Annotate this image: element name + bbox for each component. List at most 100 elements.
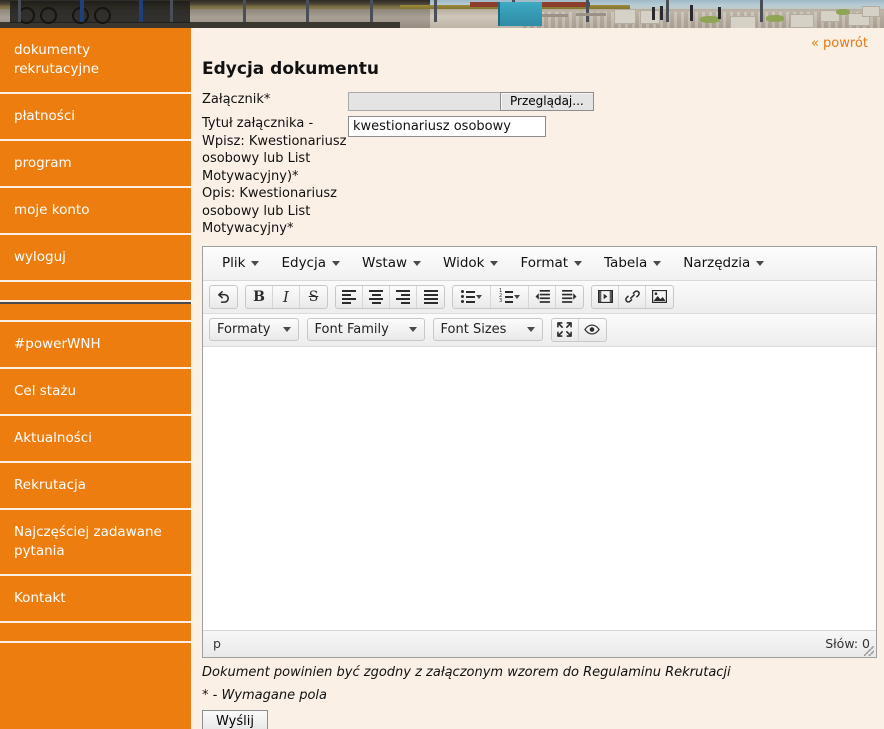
browse-button[interactable]: Przeglądaj... — [500, 92, 594, 111]
align-justify-glyph — [423, 289, 438, 304]
chevron-down-icon — [514, 294, 520, 299]
menu-label: Plik — [222, 255, 246, 271]
bullet-list-glyph — [461, 290, 475, 303]
undo-icon[interactable] — [210, 286, 237, 308]
chevron-down-icon — [756, 260, 765, 266]
form-row-description: Opis: Kwestionariusz osobowy lub List Mo… — [202, 185, 876, 238]
bold-icon[interactable]: B — [246, 285, 273, 308]
banner-post — [170, 0, 173, 22]
sidebar-item-dokumenty-rekrutacyjne[interactable]: dokumenty rekrutacyjne — [0, 28, 191, 94]
sidebar-item-label: płatności — [14, 108, 75, 124]
banner-post — [139, 0, 143, 22]
align-right-icon[interactable] — [390, 285, 417, 308]
sidebar-item-label: #powerWNH — [14, 336, 101, 352]
chevron-down-icon — [476, 294, 482, 299]
sidebar-item-label: moje konto — [14, 202, 90, 218]
sidebar-spacer-top — [0, 282, 191, 302]
image-icon[interactable] — [646, 286, 673, 308]
title-field — [348, 115, 876, 137]
menu-wstaw[interactable]: Wstaw — [351, 251, 432, 275]
history-group — [209, 284, 238, 309]
banner-post — [760, 0, 763, 22]
sidebar-item-label: Kontakt — [14, 590, 66, 606]
sidebar-item-kontakt[interactable]: Kontakt — [0, 576, 191, 623]
editor-toolbar-row-2: Formaty Font Family Font Sizes — [203, 313, 876, 347]
description-label: Opis: Kwestionariusz osobowy lub List Mo… — [202, 186, 337, 236]
menu-edycja[interactable]: Edycja — [270, 251, 351, 275]
strikethrough-icon[interactable]: S — [300, 286, 327, 308]
sidebar-spacer-divider — [0, 302, 191, 322]
resize-handle[interactable] — [864, 645, 874, 656]
sidebar-item-wyloguj[interactable]: wyloguj — [0, 235, 191, 282]
sidebar-item-najczesciej-zadawane-pytania[interactable]: Najczęściej zadawane pytania — [0, 510, 191, 576]
sidebar-item-cel-stazu[interactable]: Cel stażu — [0, 369, 191, 416]
menu-label: Tabela — [604, 255, 648, 271]
back-link-row: « powrót — [200, 28, 876, 51]
link-icon[interactable] — [619, 285, 646, 308]
chevron-down-icon — [413, 260, 422, 266]
banner-post — [18, 0, 21, 22]
media-icon[interactable] — [592, 285, 619, 308]
sidebar-filler — [0, 643, 191, 729]
outdent-icon[interactable] — [529, 285, 556, 308]
sidebar-item-moje-konto[interactable]: moje konto — [0, 188, 191, 235]
editor-toolbar-row-1: B I S 1 2 3 — [203, 280, 876, 314]
chevron-down-icon — [574, 260, 583, 266]
banner-shrub — [700, 16, 720, 23]
back-link[interactable]: « powrót — [811, 36, 868, 51]
sidebar-item-rekrutacja[interactable]: Rekrutacja — [0, 463, 191, 510]
menu-format[interactable]: Format — [509, 251, 593, 275]
fullscreen-icon[interactable] — [552, 318, 579, 341]
sidebar-item-aktualnosci[interactable]: Aktualności — [0, 416, 191, 463]
alignment-group — [335, 284, 445, 309]
banner-post — [80, 0, 84, 22]
banner-post — [666, 0, 669, 22]
sidebar-item-program[interactable]: program — [0, 141, 191, 188]
formats-dropdown[interactable]: Formaty — [209, 318, 299, 341]
banner-planter — [614, 9, 636, 24]
menu-plik[interactable]: Plik — [211, 251, 270, 275]
bold-glyph: B — [253, 288, 265, 305]
menu-label: Widok — [443, 255, 485, 271]
file-input-group[interactable]: Przeglądaj... — [348, 92, 594, 111]
insert-group — [591, 284, 674, 309]
banner-planter — [730, 16, 756, 28]
menu-widok[interactable]: Widok — [432, 251, 509, 275]
banner-post — [243, 0, 246, 22]
sidebar-item-label: dokumenty rekrutacyjne — [14, 42, 100, 77]
description-field-spacer — [348, 185, 876, 186]
preview-eye-icon[interactable] — [579, 319, 606, 341]
menu-narzedzia[interactable]: Narzędzia — [672, 251, 775, 275]
chevron-down-icon — [408, 327, 417, 332]
font-family-dropdown[interactable]: Font Family — [306, 318, 425, 341]
italic-icon[interactable]: I — [273, 285, 300, 308]
formats-label: Formaty — [217, 322, 271, 337]
numbered-list-icon[interactable]: 1 2 3 — [491, 285, 529, 308]
submit-button[interactable]: Wyślij — [202, 709, 268, 729]
main-content: « powrót Edycja dokumentu Załącznik* Prz… — [191, 28, 884, 729]
align-left-glyph — [342, 289, 356, 304]
attachment-title-input[interactable] — [348, 116, 546, 137]
banner-bench — [576, 13, 606, 16]
banner-shrub — [836, 9, 850, 15]
menu-label: Narzędzia — [683, 255, 751, 271]
align-left-icon[interactable] — [336, 285, 363, 308]
align-center-glyph — [369, 289, 383, 304]
header-banner-image — [0, 0, 884, 28]
editor-status-bar: p Słów: 0 — [203, 630, 876, 657]
menu-tabela[interactable]: Tabela — [593, 251, 672, 275]
align-center-icon[interactable] — [363, 285, 390, 308]
element-path[interactable]: p — [213, 636, 221, 651]
align-justify-icon[interactable] — [417, 286, 444, 308]
sidebar-item-platnosci[interactable]: płatności — [0, 94, 191, 141]
banner-bike-wheel — [40, 7, 57, 24]
font-sizes-dropdown[interactable]: Font Sizes — [432, 318, 543, 341]
chevron-down-icon — [653, 260, 662, 266]
bullet-list-icon[interactable] — [453, 285, 491, 308]
banner-bike-wheel — [94, 7, 111, 24]
indent-icon[interactable] — [556, 286, 583, 308]
banner-post — [434, 0, 437, 22]
sidebar-spacer-bottom — [0, 623, 191, 643]
sidebar-item-powerwnh[interactable]: #powerWNH — [0, 322, 191, 369]
editor-content-area[interactable] — [203, 346, 876, 631]
